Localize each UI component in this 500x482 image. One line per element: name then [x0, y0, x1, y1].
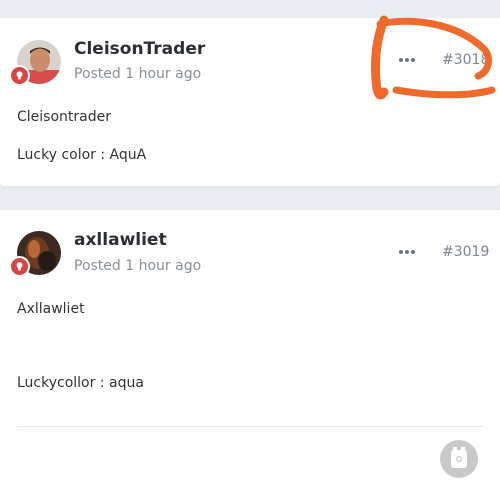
lightbulb-badge-icon [9, 65, 30, 86]
post-content-line: Lucky color : AquA [17, 147, 147, 163]
post-content-line: Cleisontrader [17, 109, 111, 125]
divider [17, 426, 484, 427]
more-horizontal-icon[interactable] [399, 56, 419, 64]
lightbulb-badge-icon [9, 256, 30, 277]
post-number[interactable]: #3018 [442, 52, 489, 68]
posted-label: Posted [74, 66, 121, 82]
post-card: CleisonTrader Posted 1 hour ago #3018 Cl… [0, 18, 500, 186]
post-time[interactable]: 1 hour ago [125, 258, 201, 274]
author-name[interactable]: CleisonTrader [74, 39, 205, 59]
more-horizontal-icon[interactable] [399, 248, 419, 256]
post-content-line: Luckycollor : aqua [17, 375, 144, 391]
post-time[interactable]: 1 hour ago [125, 66, 201, 82]
post-number[interactable]: #3019 [442, 244, 489, 260]
post-card: axllawliet Posted 1 hour ago #3019 Axlla… [0, 210, 500, 482]
posted-label: Posted [74, 258, 121, 274]
author-name[interactable]: axllawliet [74, 230, 167, 250]
post-content-line: Axllawliet [17, 301, 85, 317]
post-meta: Posted 1 hour ago [74, 66, 201, 82]
post-meta: Posted 1 hour ago [74, 258, 201, 274]
bucket-icon[interactable] [440, 440, 478, 478]
